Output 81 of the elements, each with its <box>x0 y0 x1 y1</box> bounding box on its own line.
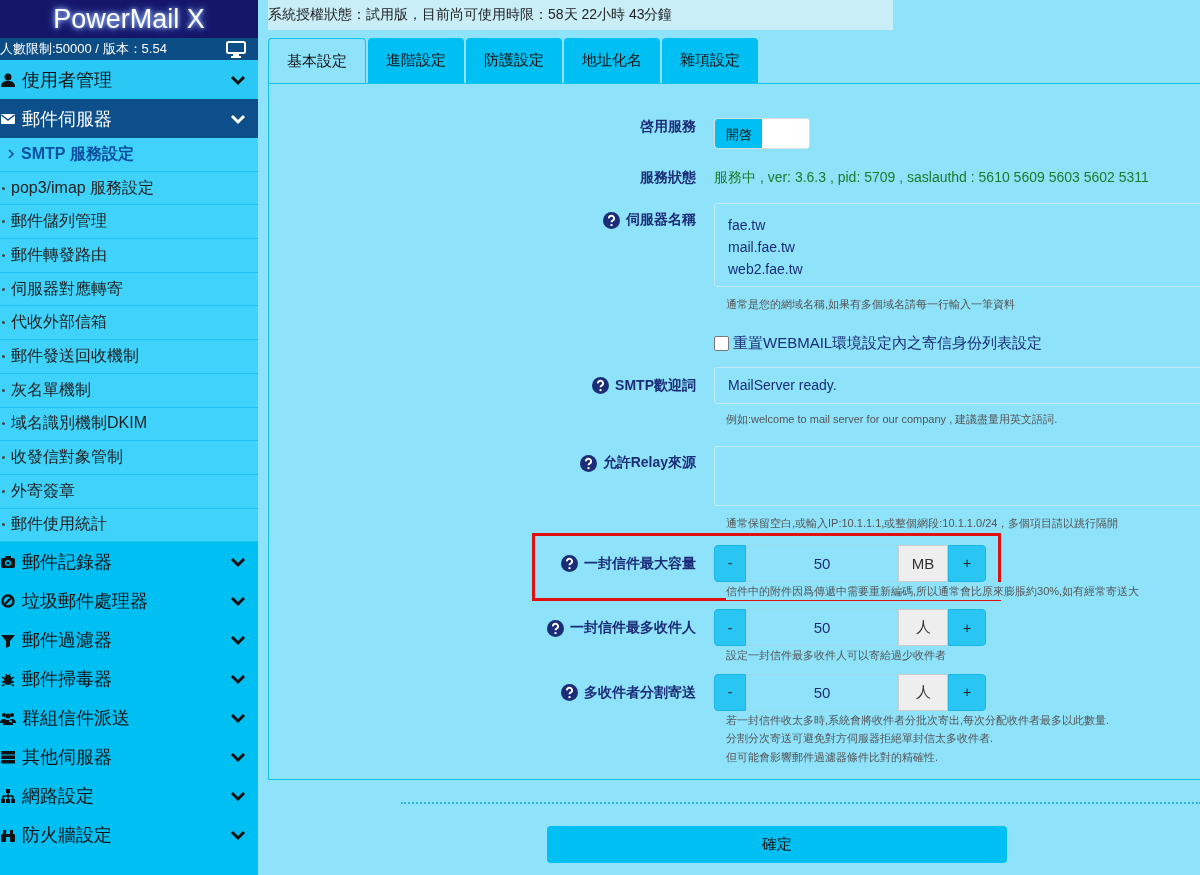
tab[interactable]: 地址化名 <box>564 38 660 83</box>
decrement-button[interactable]: - <box>714 609 746 646</box>
chevron-icon <box>230 672 246 685</box>
license-status: 系統授權狀態：試用版，目前尚可使用時限：58天 22小時 43分鐘 <box>268 6 673 24</box>
menu-group[interactable]: 郵件伺服器 <box>0 99 258 138</box>
chevron-icon <box>230 112 246 125</box>
field-label: 一封信件最多收件人 <box>570 619 696 637</box>
field-label: 伺服器名稱 <box>626 211 696 229</box>
help-icon[interactable] <box>579 454 597 472</box>
decrement-button[interactable]: - <box>714 673 746 711</box>
increment-button[interactable]: + <box>948 673 986 711</box>
tab[interactable]: 基本設定 <box>268 38 366 83</box>
chevron-icon <box>230 73 246 86</box>
menu-group[interactable]: 郵件過濾器 <box>0 620 258 660</box>
chevron-icon <box>230 594 246 607</box>
textarea-field[interactable] <box>714 446 1200 506</box>
confirm-button[interactable]: 確定 <box>547 826 1007 863</box>
submenu-item[interactable]: 收發信對象管制 <box>0 441 258 475</box>
chevron-icon <box>230 555 246 568</box>
tab[interactable]: 雜項設定 <box>662 38 758 83</box>
chevron-icon <box>230 711 246 724</box>
app-logo: PowerMail X <box>53 3 205 35</box>
menu-group[interactable]: 垃圾郵件處理器 <box>0 581 258 621</box>
chevron-icon <box>8 149 15 160</box>
text-field[interactable]: MailServer ready. <box>714 366 1200 404</box>
help-icon[interactable] <box>561 555 578 572</box>
menu-group[interactable]: 防火牆設定 <box>0 815 258 855</box>
checkbox[interactable] <box>714 335 729 351</box>
chevron-icon <box>230 828 246 841</box>
number-field[interactable]: 50 <box>746 544 898 582</box>
decrement-button[interactable]: - <box>714 544 746 582</box>
unit-label: MB <box>898 544 948 582</box>
menu-group[interactable]: 使用者管理 <box>0 60 258 99</box>
submenu-item[interactable]: 郵件發送回收機制 <box>0 340 258 374</box>
help-icon[interactable] <box>603 211 620 229</box>
menu-icon <box>0 71 16 88</box>
field-label: SMTP歡迎詞 <box>615 376 696 395</box>
menu-group[interactable]: 郵件記錄器 <box>0 542 258 582</box>
increment-button[interactable]: + <box>948 609 986 646</box>
field-label: 允許Relay來源 <box>602 454 696 472</box>
number-field[interactable]: 50 <box>746 609 898 646</box>
menu-group[interactable]: 網路設定 <box>0 776 258 816</box>
submenu-item[interactable]: 伺服器對應轉寄 <box>0 272 258 307</box>
submenu-item[interactable]: pop3/imap 服務設定 <box>0 171 258 206</box>
chevron-icon <box>230 750 246 763</box>
submenu-item[interactable]: 域名識別機制DKIM <box>0 407 258 442</box>
field-label: 一封信件最大容量 <box>584 554 696 573</box>
license-info: 人數限制:50000 / 版本：5.54 <box>0 40 167 58</box>
tab[interactable]: 進階設定 <box>368 38 464 83</box>
checkbox-label: 重置WEBMAIL環境設定內之寄信身份列表設定 <box>733 333 1043 353</box>
help-icon[interactable] <box>592 377 610 394</box>
help-icon[interactable] <box>561 684 578 701</box>
help-icon[interactable] <box>547 619 564 637</box>
submenu-item[interactable]: 外寄簽章 <box>0 474 258 509</box>
field-label: 服務狀態 <box>640 169 696 187</box>
hint-text: 信件中的附件因爲傳遞中需要重新編碼,所以通常會比原來膨脹約30%,如有經常寄送大 <box>726 581 1140 600</box>
menu-icon <box>0 787 16 804</box>
service-status: 服務中 , ver: 3.6.3 , pid: 5709 , saslauthd : 5610 5609 5603 5602 5311 <box>714 169 1149 187</box>
menu-group[interactable]: 郵件掃毒器 <box>0 659 258 699</box>
monitor-icon[interactable] <box>226 40 246 58</box>
submenu-item[interactable]: 郵件儲列管理 <box>0 205 258 240</box>
submenu-item[interactable]: SMTP 服務設定 <box>0 138 258 172</box>
submenu-item[interactable]: 郵件轉發路由 <box>0 239 258 273</box>
submenu-item[interactable]: 代收外部信箱 <box>0 306 258 341</box>
submenu-item[interactable]: 灰名單機制 <box>0 373 258 408</box>
field-label: 啓用服務 <box>640 118 696 136</box>
number-field[interactable]: 50 <box>746 673 898 711</box>
increment-button[interactable]: + <box>948 544 986 582</box>
menu-group[interactable]: 群組信件派送 <box>0 698 258 738</box>
chevron-icon <box>230 633 246 646</box>
field-label: 多收件者分割寄送 <box>584 683 696 702</box>
unit-label: 人 <box>898 609 948 646</box>
menu-icon <box>0 748 16 765</box>
menu-group[interactable]: 其他伺服器 <box>0 737 258 777</box>
tab[interactable]: 防護設定 <box>466 38 562 83</box>
textarea-field[interactable]: fae.tw mail.fae.tw web2.fae.tw <box>714 203 1200 287</box>
unit-label: 人 <box>898 673 948 711</box>
submenu-item[interactable]: 郵件使用統計 <box>0 508 258 543</box>
toggle-switch[interactable]: 開啓 <box>714 118 810 149</box>
chevron-icon <box>230 789 246 802</box>
menu-icon <box>0 592 16 609</box>
